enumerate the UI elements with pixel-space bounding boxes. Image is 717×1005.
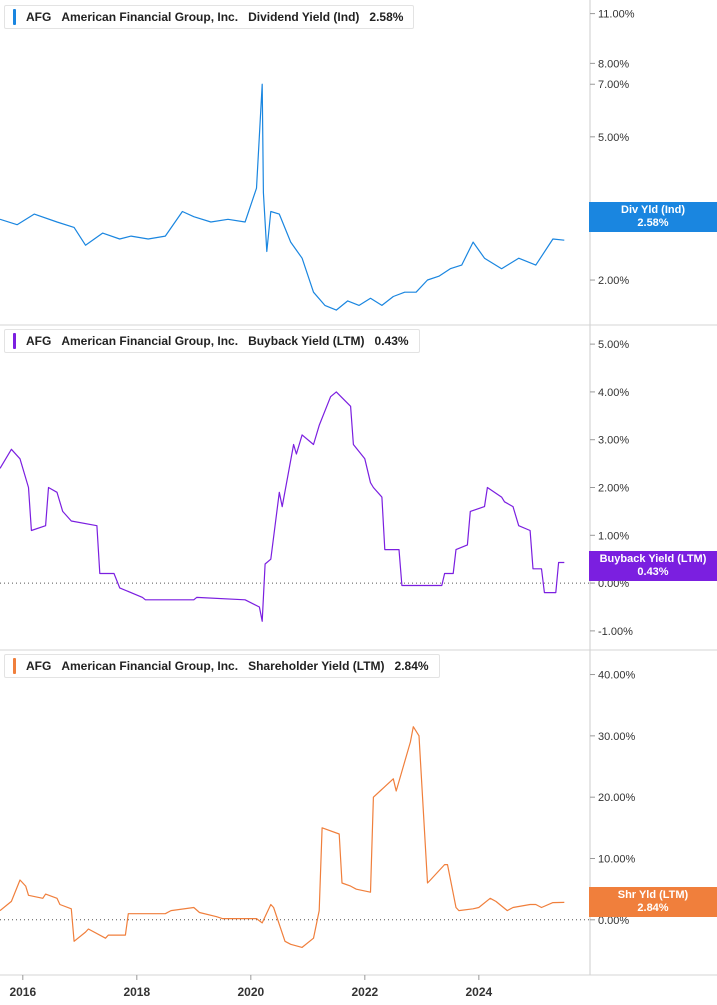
legend-buyback-yield: AFG American Financial Group, Inc. Buyba… (4, 329, 420, 353)
legend-swatch (13, 9, 16, 25)
panel-0: 2.00%3.00%5.00%7.00%8.00%11.00% (0, 9, 635, 311)
legend-metric: Dividend Yield (Ind) (248, 10, 360, 24)
value-badge-dividend-yield: Div Yld (Ind) 2.58% (589, 202, 717, 232)
legend-swatch (13, 658, 16, 674)
y-tick-label: 10.00% (598, 853, 636, 865)
badge-value: 0.43% (637, 566, 669, 578)
y-tick-label: 5.00% (598, 132, 629, 144)
y-tick-label: 30.00% (598, 731, 636, 743)
legend-shareholder-yield: AFG American Financial Group, Inc. Share… (4, 654, 440, 678)
y-tick-label: 40.00% (598, 670, 636, 682)
legend-dividend-yield: AFG American Financial Group, Inc. Divid… (4, 5, 415, 29)
legend-value: 2.58% (369, 10, 404, 24)
y-tick-label: 4.00% (598, 387, 629, 399)
x-tick-label: 2024 (465, 985, 492, 999)
series-line (0, 391, 565, 622)
legend-ticker: AFG (26, 10, 52, 24)
y-tick-label: 5.00% (598, 339, 629, 351)
legend-company: American Financial Group, Inc. (61, 659, 239, 673)
y-tick-label: -1.00% (598, 626, 633, 638)
x-tick-label: 2016 (9, 985, 36, 999)
x-tick-label: 2022 (351, 985, 378, 999)
y-tick-label: 11.00% (598, 9, 635, 21)
y-tick-label: 2.00% (598, 483, 629, 495)
legend-company: American Financial Group, Inc. (61, 334, 239, 348)
panel-2: 0.00%10.00%20.00%30.00%40.00% (0, 670, 636, 948)
badge-value: 2.58% (637, 217, 669, 229)
badge-label: Buyback Yield (LTM) (599, 553, 707, 565)
y-tick-label: 7.00% (598, 79, 629, 91)
badge-label: Shr Yld (LTM) (617, 889, 689, 901)
series-line (0, 83, 565, 311)
legend-metric: Buyback Yield (LTM) (248, 334, 365, 348)
panel-1: -1.00%0.00%1.00%2.00%3.00%4.00%5.00% (0, 339, 633, 638)
badge-label: Div Yld (Ind) (621, 204, 685, 216)
y-tick-label: 1.00% (598, 530, 629, 542)
y-tick-label: 3.00% (598, 435, 629, 447)
legend-swatch (13, 333, 16, 349)
legend-value: 2.84% (394, 659, 429, 673)
value-badge-buyback-yield: Buyback Yield (LTM) 0.43% (589, 551, 717, 581)
legend-value: 0.43% (374, 334, 409, 348)
badge-value: 2.84% (637, 902, 669, 914)
y-tick-label: 20.00% (598, 792, 636, 804)
legend-ticker: AFG (26, 659, 52, 673)
legend-company: American Financial Group, Inc. (61, 10, 239, 24)
chart-canvas: 2.00%3.00%5.00%7.00%8.00%11.00%-1.00%0.0… (0, 0, 717, 999)
legend-metric: Shareholder Yield (LTM) (248, 659, 385, 673)
y-tick-label: 8.00% (598, 58, 629, 70)
y-tick-label: 2.00% (598, 275, 629, 287)
x-tick-label: 2018 (123, 985, 150, 999)
legend-ticker: AFG (26, 334, 52, 348)
value-badge-shareholder-yield: Shr Yld (LTM) 2.84% (589, 887, 717, 917)
x-tick-label: 2020 (237, 985, 264, 999)
series-line (0, 726, 565, 948)
